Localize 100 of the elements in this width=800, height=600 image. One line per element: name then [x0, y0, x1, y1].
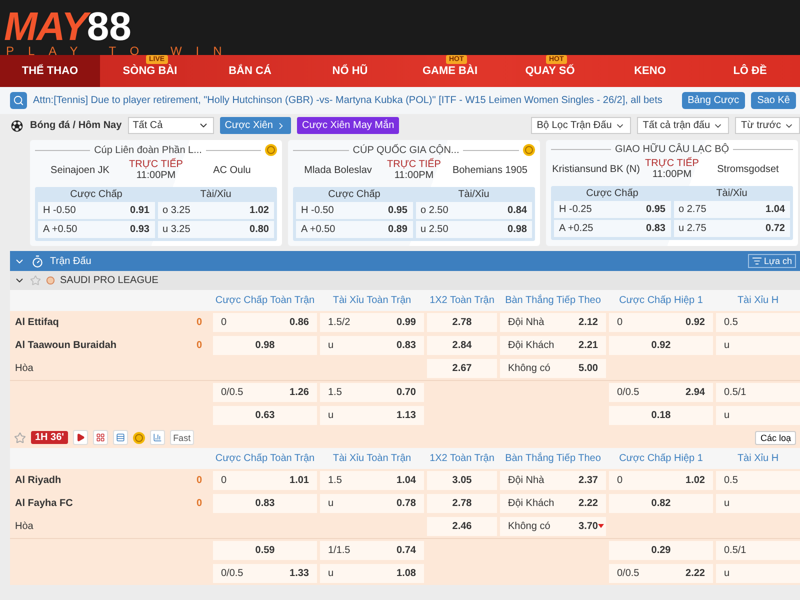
odds-cell[interactable]: 0.83 — [213, 494, 317, 513]
odds-cell[interactable]: 0.59 — [213, 541, 317, 560]
odds-cell[interactable]: 0/0.5 2.94 — [609, 383, 713, 402]
match-card[interactable]: CÚP QUỐC GIA CỘN... Mlada Boleslav TRỰC TIẾP 11:00PM Bohemians 1905 Cược Chấp H -0.50 0.95 A +0.50 0.89 Tài/Xỉu o 2.50 0.84 u 2.50 0.98 — [288, 140, 540, 246]
odds-cell[interactable]: 0 1.02 — [609, 471, 713, 490]
column-header: Cược Chấp Hiệp 1 — [618, 452, 704, 466]
fast-button[interactable]: Fast — [170, 430, 194, 445]
parlay-button[interactable]: Cược Xiên — [220, 117, 291, 134]
notice-button[interactable]: Bảng Cược — [682, 92, 746, 109]
odds-cell[interactable]: H -0.25 0.95 — [554, 201, 670, 218]
odds-cell[interactable]: 0/0.5 1.33 — [213, 564, 317, 583]
team-score: 0 — [196, 340, 202, 351]
odds-cell[interactable]: Đội Khách 2.21 — [500, 336, 606, 355]
nav-tab[interactable]: BẮN CÁ — [200, 55, 300, 87]
odds-cell[interactable]: 0.5/1 — [716, 383, 800, 402]
odds-cell[interactable]: 0.18 — [609, 406, 713, 425]
odds-cell[interactable]: u — [716, 494, 800, 513]
odds-cell[interactable]: A +0.50 0.93 — [38, 221, 154, 238]
search-button[interactable] — [10, 92, 27, 109]
match-time: 11:00PM — [136, 170, 176, 181]
odds-cell[interactable]: 0/0.5 1.26 — [213, 383, 317, 402]
team-name: Al Riyadh — [14, 475, 62, 486]
odds-cell[interactable]: Không có 3.70 — [500, 517, 606, 536]
card-league: GIAO HỮU CÂU LẠC BỘ — [614, 144, 730, 155]
odds-header: Tài/Xỉu — [457, 189, 490, 200]
odds-cell[interactable]: u — [716, 336, 800, 355]
select-button[interactable]: Lựa ch — [748, 254, 796, 268]
odds-cell[interactable]: o 2.50 0.84 — [416, 202, 532, 219]
odds-cell[interactable]: u 2.75 0.72 — [674, 220, 790, 237]
team-name: Bohemians 1905 — [451, 164, 528, 176]
odds-cell[interactable]: o 3.25 1.02 — [158, 202, 274, 219]
odds-cell[interactable]: 1.5 1.04 — [320, 471, 424, 490]
odds-cell[interactable]: H -0.50 0.95 — [296, 202, 412, 219]
odds-cell[interactable]: 0 0.92 — [609, 313, 713, 332]
odds-cell[interactable]: u 3.25 0.80 — [158, 221, 274, 238]
match-card[interactable]: Cúp Liên đoàn Phần L... Seinajoen JK TRỰC TIẾP 11:00PM AC Oulu Cược Chấp H -0.50 0.91 A +0.50 0.93 Tài/Xỉu o 3.25 1.02 u 3.25 0.80 — [30, 140, 282, 246]
odds-cell[interactable]: 0 0.86 — [213, 313, 317, 332]
notice-button[interactable]: Sao Kê — [751, 92, 796, 109]
list-icon — [116, 433, 126, 442]
odds-cell[interactable]: u 2.50 0.98 — [416, 221, 532, 238]
odds-cell[interactable]: 0 1.01 — [213, 471, 317, 490]
column-header: Bàn Thắng Tiếp Theo — [504, 293, 602, 308]
odds-cell[interactable]: u 1.08 — [320, 564, 424, 583]
list-button[interactable] — [113, 430, 128, 445]
odds-cell[interactable]: 2.84 — [427, 336, 497, 355]
odds-cell[interactable]: 0.63 — [213, 406, 317, 425]
markets-button[interactable]: Các loạ — [755, 430, 796, 444]
odds-cell[interactable]: u 0.83 — [320, 336, 424, 355]
team-name: AC Oulu — [212, 164, 252, 176]
odds-cell[interactable]: 2.78 — [427, 313, 497, 332]
odds-cell[interactable]: 1.5/2 0.99 — [320, 313, 424, 332]
odds-cell[interactable]: Đội Nhà 2.37 — [500, 471, 606, 490]
column-header: Tài Xỉu Toàn Trận — [332, 452, 412, 466]
odds-cell[interactable]: A +0.50 0.89 — [296, 221, 412, 238]
column-header: Cược Chấp Toàn Trận — [214, 452, 316, 466]
stats-button[interactable] — [150, 430, 166, 445]
odds-cell[interactable]: o 2.75 1.04 — [674, 201, 790, 218]
select-field[interactable]: Tất Cả — [128, 117, 214, 134]
odds-cell[interactable]: 0.5/1 — [716, 541, 800, 560]
team-score: 0 — [196, 317, 202, 328]
logo[interactable]: MAY88 — [4, 8, 800, 46]
odds-cell[interactable]: 0/0.5 2.22 — [609, 564, 713, 583]
odds-cell[interactable]: 0.29 — [609, 541, 713, 560]
odds-cell[interactable]: Đội Khách 2.22 — [500, 494, 606, 513]
odds-cell[interactable]: 2.78 — [427, 494, 497, 513]
odds-cell[interactable]: 1/1.5 0.74 — [320, 541, 424, 560]
odds-cell[interactable]: u — [716, 406, 800, 425]
odds-cell[interactable]: 2.46 — [427, 517, 497, 536]
lucky-parlay-button[interactable]: Cược Xiên May Mắn — [296, 117, 400, 134]
column-header: Tài Xỉu H — [736, 294, 780, 308]
star-icon[interactable] — [30, 275, 41, 286]
odds-cell[interactable]: u 1.13 — [320, 406, 424, 425]
league-emblem-icon — [46, 276, 55, 285]
odds-cell[interactable]: Không có 5.00 — [500, 359, 606, 378]
odds-cell[interactable]: 1.5 0.70 — [320, 383, 424, 402]
odds-cell[interactable]: A +0.25 0.83 — [554, 220, 670, 237]
odds-cell[interactable]: u — [716, 564, 800, 583]
grid-icon — [96, 433, 106, 442]
nav-tab[interactable]: NỔ HŨ — [300, 55, 400, 87]
card-league: Cúp Liên đoàn Phần L... — [94, 144, 202, 156]
nav-tab[interactable]: LÔ ĐỀ — [700, 55, 800, 87]
odds-cell[interactable]: u 0.78 — [320, 494, 424, 513]
odds-cell[interactable]: 0.98 — [213, 336, 317, 355]
odds-cell[interactable]: 0.92 — [609, 336, 713, 355]
filter-dropdown[interactable]: Từ trước — [735, 117, 800, 134]
odds-cell[interactable]: 0.5 — [716, 471, 800, 490]
odds-cell[interactable]: 3.05 — [427, 471, 497, 490]
match-time: 11:00PM — [652, 169, 692, 180]
filter-dropdown[interactable]: Bộ Lọc Trận Đấu — [530, 117, 631, 134]
nav-tab[interactable]: KENO — [600, 55, 700, 87]
star-icon[interactable] — [14, 432, 26, 444]
odds-cell[interactable]: H -0.50 0.91 — [38, 202, 154, 219]
filter-dropdown[interactable]: Tất cả trận đấu — [636, 117, 730, 134]
field-button[interactable] — [93, 430, 108, 445]
play-button[interactable] — [73, 430, 88, 445]
odds-cell[interactable]: 0.82 — [609, 494, 713, 513]
odds-cell[interactable]: Đội Nhà 2.12 — [500, 313, 606, 332]
nav-tab[interactable]: THỂ THAO — [0, 55, 100, 87]
odds-cell[interactable]: 2.67 — [427, 359, 497, 378]
odds-cell[interactable]: 0.5 — [716, 313, 800, 332]
